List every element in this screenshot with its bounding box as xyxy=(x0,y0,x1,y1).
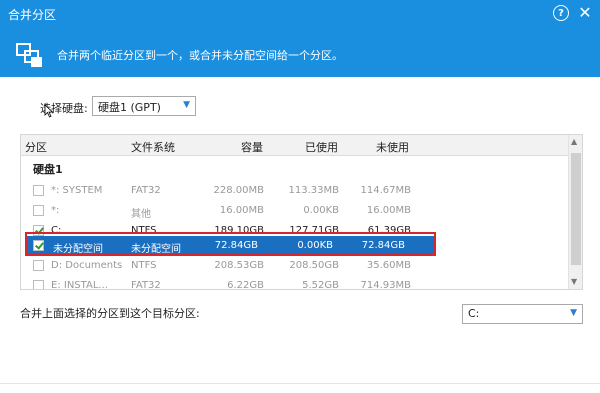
partition-name: E: INSTAL... xyxy=(51,280,108,290)
column-used[interactable]: 已使用 xyxy=(305,139,338,155)
disk-group-label: 硬盘1 xyxy=(33,163,63,176)
table-row[interactable]: E: INSTAL... FAT32 6.22GB 5.52GB 714.93MB xyxy=(21,276,569,290)
table-row[interactable]: *: 其他 16.00MB 0.00KB 16.00MB xyxy=(21,201,569,221)
dialog-header: 合并分区 ? ✕ 合并两个临近分区到一个，或合并未分配空间给一个分区。 xyxy=(0,0,600,77)
partition-capacity: 6.22GB xyxy=(227,280,264,290)
disk-select-value: 硬盘1 (GPT) xyxy=(98,101,161,114)
disk-select-dropdown[interactable]: 硬盘1 (GPT) ▼ xyxy=(92,96,196,116)
dialog-description: 合并两个临近分区到一个，或合并未分配空间给一个分区。 xyxy=(57,49,343,62)
partition-name: D: Documents xyxy=(51,260,123,271)
table-row[interactable]: D: Documents NTFS 208.53GB 208.50GB 35.60MB xyxy=(21,256,569,276)
partition-filesystem: NTFS xyxy=(131,260,157,271)
row-checkbox[interactable] xyxy=(33,185,44,196)
help-button[interactable]: ? xyxy=(553,5,569,21)
table-scrollbar[interactable]: ▲ ▼ xyxy=(568,135,582,289)
scroll-up-icon[interactable]: ▲ xyxy=(571,137,577,146)
partition-free: 114.67MB xyxy=(360,185,411,196)
row-checkbox[interactable] xyxy=(33,280,44,289)
chevron-down-icon: ▼ xyxy=(183,100,190,110)
partition-capacity: 228.00MB xyxy=(213,185,264,196)
partition-filesystem: FAT32 xyxy=(131,280,161,290)
footer-divider xyxy=(0,383,600,384)
partition-table: 分区 文件系统 容量 已使用 未使用 硬盘1 *: SYSTEM FAT32 228… xyxy=(20,134,583,290)
column-free[interactable]: 未使用 xyxy=(376,139,409,155)
partition-filesystem: FAT32 xyxy=(131,185,161,196)
partition-name: *: SYSTEM xyxy=(51,185,103,196)
partition-free: 714.93MB xyxy=(360,280,411,290)
partition-used: 5.52GB xyxy=(302,280,339,290)
column-partition[interactable]: 分区 xyxy=(25,139,47,155)
column-filesystem[interactable]: 文件系统 xyxy=(131,139,175,155)
scroll-down-icon[interactable]: ▼ xyxy=(571,277,577,286)
mouse-cursor-icon xyxy=(44,104,54,118)
partition-capacity: 16.00MB xyxy=(219,205,264,216)
target-partition-dropdown[interactable]: C: ▼ xyxy=(462,304,583,324)
table-header: 分区 文件系统 容量 已使用 未使用 xyxy=(21,135,582,156)
partition-used: 0.00KB xyxy=(303,205,339,216)
merge-partition-dialog: 合并分区 ? ✕ 合并两个临近分区到一个，或合并未分配空间给一个分区。 选择硬盘… xyxy=(0,0,600,393)
row-checkbox[interactable] xyxy=(33,205,44,216)
partition-name: *: xyxy=(51,205,60,216)
partition-filesystem: 其他 xyxy=(131,209,151,220)
table-row[interactable]: *: SYSTEM FAT32 228.00MB 113.33MB 114.67MB xyxy=(21,181,569,201)
column-capacity[interactable]: 容量 xyxy=(241,139,263,155)
chevron-down-icon: ▼ xyxy=(570,308,577,318)
partition-free: 35.60MB xyxy=(366,260,411,271)
partition-used: 208.50GB xyxy=(289,260,339,271)
partition-free: 16.00MB xyxy=(366,205,411,216)
target-partition-value: C: xyxy=(468,307,480,320)
window-title: 合并分区 xyxy=(8,8,57,22)
partition-capacity: 208.53GB xyxy=(214,260,264,271)
row-checkbox[interactable] xyxy=(33,260,44,271)
partition-used: 113.33MB xyxy=(288,185,339,196)
merge-partition-icon xyxy=(16,43,42,67)
scrollbar-thumb[interactable] xyxy=(571,153,581,265)
close-button[interactable]: ✕ xyxy=(576,4,594,22)
merge-target-label: 合并上面选择的分区到这个目标分区: xyxy=(20,307,200,320)
highlight-annotation xyxy=(25,232,436,256)
